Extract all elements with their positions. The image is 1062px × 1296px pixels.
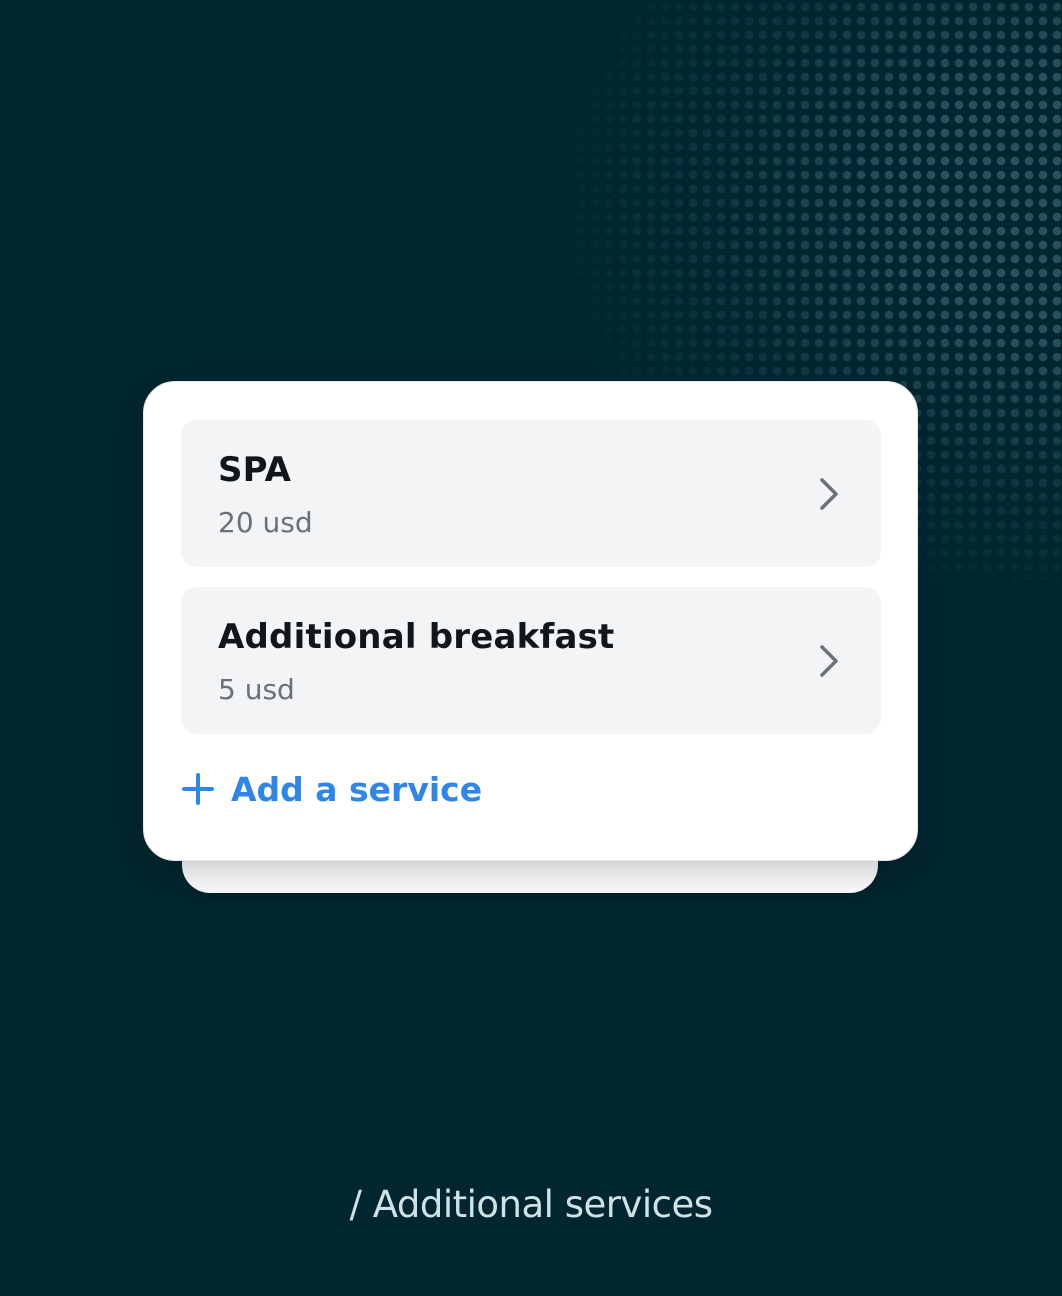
service-price: 5 usd <box>218 673 295 706</box>
plus-icon <box>182 773 214 805</box>
service-item-additional-breakfast[interactable]: Additional breakfast 5 usd <box>181 587 881 734</box>
chevron-right-icon <box>820 478 838 510</box>
service-name: Additional breakfast <box>218 617 615 657</box>
service-price: 20 usd <box>218 506 313 539</box>
chevron-right-icon <box>820 645 838 677</box>
caption: / Additional services <box>349 1183 713 1226</box>
add-service-label: Add a service <box>231 769 483 809</box>
service-item-spa[interactable]: SPA 20 usd <box>181 420 881 567</box>
service-name: SPA <box>218 450 292 490</box>
add-service-button[interactable]: Add a service <box>181 766 482 812</box>
services-card: SPA 20 usd Additional breakfast 5 usd Ad… <box>143 381 918 861</box>
